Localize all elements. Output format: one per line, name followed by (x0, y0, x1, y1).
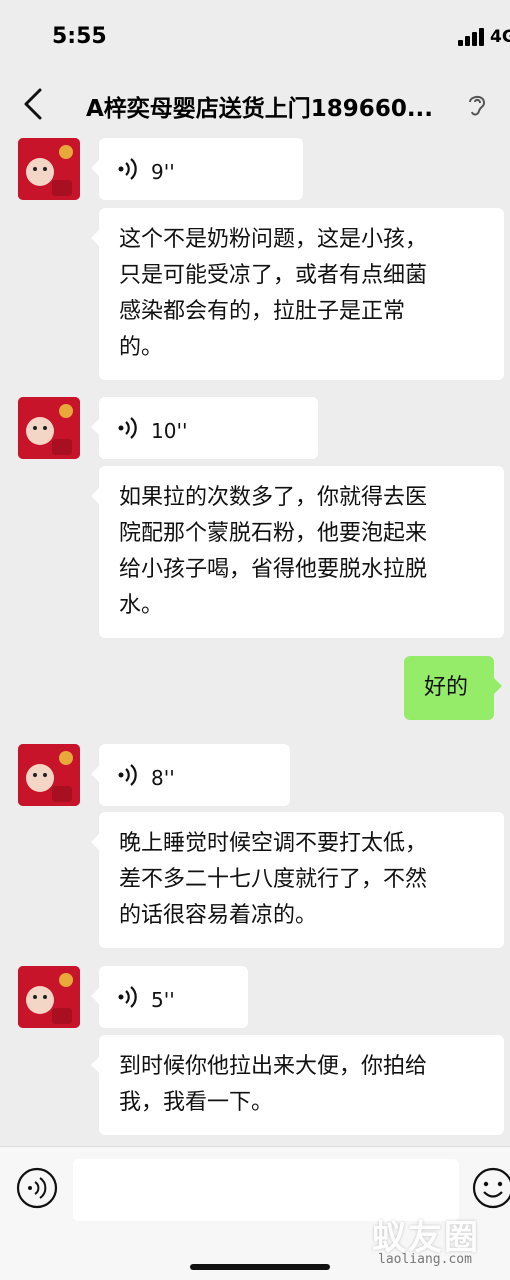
message-text: 好的 (424, 675, 469, 700)
text-message[interactable]: 晚上睡觉时候空调不要打太低， 差不多二十七八度就行了，不然 的话很容易着凉的。 (91, 812, 504, 948)
status-time: 5:55 (52, 24, 107, 49)
message-line: 这个不是奶粉问题，这是小孩， (119, 227, 428, 252)
message-line: 如果拉的次数多了，你就得去医 (119, 485, 428, 510)
chat-title: A梓奕母婴店送货上门189660... (86, 96, 434, 122)
voice-wave-icon (118, 764, 137, 786)
voice-duration: 8'' (151, 766, 175, 790)
voice-message[interactable]: 8'' (91, 744, 290, 806)
message-line: 院配那个蒙脱石粉，他要泡起来 (119, 521, 428, 546)
text-message[interactable]: 到时候你他拉出来大便，你拍给 我，我看一下。 (91, 1035, 504, 1135)
message-line: 感染都会有的，拉肚子是正常 (119, 299, 406, 324)
avatar[interactable] (18, 966, 80, 1028)
watermark-url: laoliang.com (378, 1252, 472, 1267)
message-line: 的话很容易着凉的。 (119, 903, 318, 928)
avatar[interactable] (18, 744, 80, 806)
voice-message[interactable]: 9'' (91, 138, 303, 200)
avatar[interactable] (18, 397, 80, 459)
chat-area[interactable]: 9'' 这个不是奶粉问题，这是小孩， 只是可能受凉了，或者有点细菌 感染都会有的… (0, 136, 510, 1146)
voice-message[interactable]: 10'' (91, 397, 318, 459)
message-line: 的。 (119, 335, 164, 360)
back-arrow-icon[interactable] (20, 86, 46, 122)
ear-icon (469, 95, 486, 116)
voice-message[interactable]: 5'' (91, 966, 248, 1028)
chat-header: A梓奕母婴店送货上门189660... (0, 70, 510, 136)
outgoing-message[interactable]: 好的 (404, 656, 502, 720)
voice-wave-icon (118, 158, 137, 180)
voice-duration: 9'' (151, 160, 175, 184)
voice-toggle-icon[interactable] (16, 1167, 58, 1209)
emoji-icon[interactable] (472, 1167, 510, 1209)
voice-wave-icon (118, 417, 137, 439)
message-line: 差不多二十七八度就行了，不然 (119, 867, 428, 892)
text-message[interactable]: 如果拉的次数多了，你就得去医 院配那个蒙脱石粉，他要泡起来 给小孩子喝，省得他要… (91, 466, 504, 638)
message-line: 晚上睡觉时候空调不要打太低， (119, 831, 428, 856)
avatar[interactable] (18, 138, 80, 200)
message-line: 到时候你他拉出来大便，你拍给 (119, 1054, 428, 1079)
network-label: 4G (490, 27, 510, 47)
message-line: 给小孩子喝，省得他要脱水拉脱 (119, 557, 428, 582)
message-line: 只是可能受凉了，或者有点细菌 (119, 263, 428, 288)
voice-wave-icon (118, 986, 137, 1008)
status-bar: 5:55 4G (0, 0, 510, 70)
home-indicator (190, 1264, 330, 1270)
message-line: 水。 (119, 593, 164, 618)
text-message[interactable]: 这个不是奶粉问题，这是小孩， 只是可能受凉了，或者有点细菌 感染都会有的，拉肚子… (91, 208, 504, 380)
voice-duration: 10'' (151, 419, 188, 443)
message-line: 我，我看一下。 (119, 1090, 274, 1115)
voice-duration: 5'' (151, 988, 175, 1012)
signal-icon (458, 28, 484, 46)
